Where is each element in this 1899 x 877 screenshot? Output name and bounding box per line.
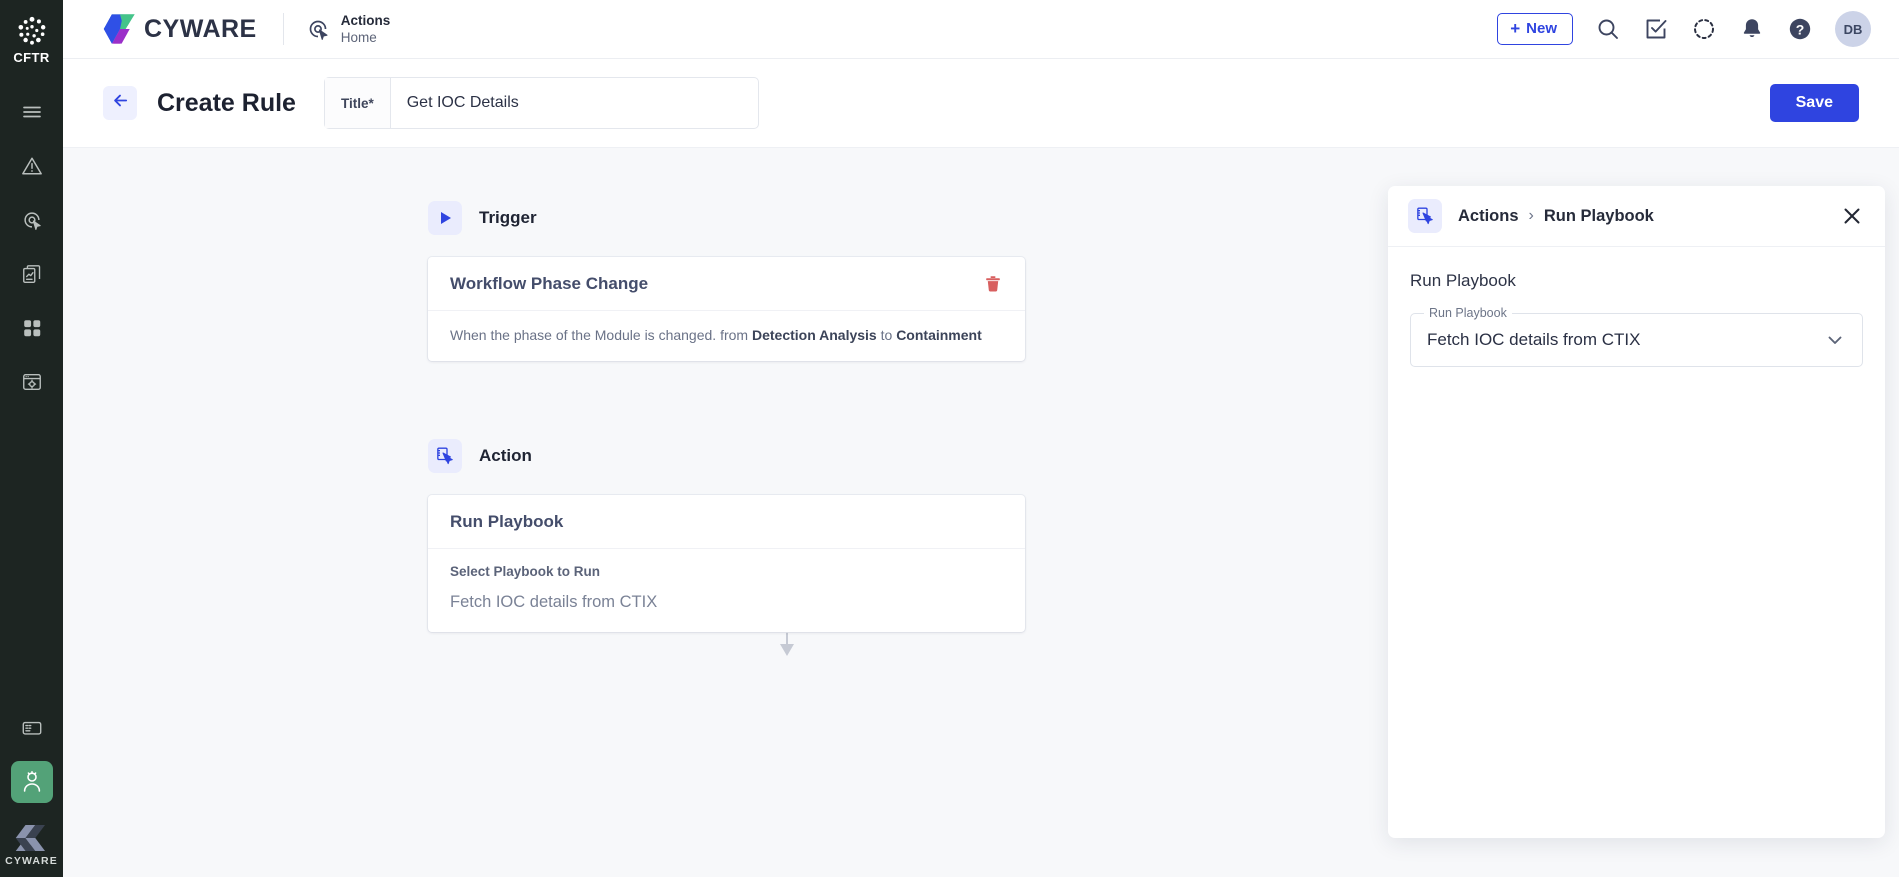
rail-footer-brand-label: CYWARE — [5, 855, 58, 867]
left-rail: CFTR — [0, 0, 63, 877]
trigger-desc-from: Detection Analysis — [752, 327, 877, 343]
playbook-select[interactable]: Run Playbook Fetch IOC details from CTIX — [1410, 313, 1863, 367]
action-card[interactable]: Run Playbook Select Playbook to Run Fetc… — [428, 495, 1025, 632]
page-header: Create Rule Title* Save — [63, 59, 1899, 148]
play-triangle-icon — [428, 201, 462, 235]
brand-wordmark: CYWARE — [144, 15, 257, 44]
new-button-label: New — [1526, 20, 1557, 37]
terminal-window-icon — [21, 717, 43, 739]
sidebar-item-settings[interactable] — [11, 361, 53, 403]
action-card-title: Run Playbook — [450, 512, 563, 532]
topbar-actions: + New — [1497, 11, 1871, 47]
rule-title-input[interactable] — [391, 78, 758, 128]
action-node: Action Run Playbook Select Playbook to R… — [428, 439, 1025, 632]
trigger-node-header: Trigger — [428, 201, 1025, 235]
run-playbook-icon — [428, 439, 462, 473]
panel-breadcrumb-root[interactable]: Actions — [1458, 207, 1519, 226]
cyware-diamond-logo — [103, 14, 137, 44]
cyware-logo-icon — [15, 825, 49, 851]
hamburger-menu-icon — [21, 101, 43, 123]
playbook-select-value: Fetch IOC details from CTIX — [1427, 330, 1641, 350]
chevron-right-icon: › — [1529, 207, 1534, 225]
topbar-divider — [283, 13, 284, 45]
cftr-brand-mark-icon — [15, 14, 49, 48]
app-logo[interactable]: CYWARE — [103, 14, 257, 44]
sidebar-item-menu[interactable] — [11, 91, 53, 133]
panel-breadcrumb-leaf: Run Playbook — [1544, 207, 1654, 226]
trigger-card-header: Workflow Phase Change — [428, 257, 1025, 311]
user-shield-icon — [20, 770, 44, 794]
report-documents-icon — [21, 263, 43, 285]
trigger-desc-prefix: When the phase of the Module is changed.… — [450, 327, 752, 343]
panel-header: Actions › Run Playbook — [1388, 186, 1885, 247]
rule-title-label: Title* — [325, 78, 391, 128]
action-field-label: Select Playbook to Run — [450, 564, 1003, 579]
panel-body: Run Playbook Run Playbook Fetch IOC deta… — [1388, 247, 1885, 367]
sidebar-item-apps[interactable] — [11, 307, 53, 349]
loading-spinner-icon[interactable] — [1691, 16, 1717, 42]
action-node-label: Action — [479, 446, 532, 466]
connector-arrowhead — [780, 644, 794, 656]
playbook-select-legend: Run Playbook — [1424, 306, 1512, 320]
action-node-header: Action — [428, 439, 1025, 473]
action-card-header: Run Playbook — [428, 495, 1025, 549]
cursor-target-icon — [306, 17, 330, 41]
sidebar-item-profile[interactable] — [11, 761, 53, 803]
action-config-panel: Actions › Run Playbook Run Playbook Run … — [1388, 186, 1885, 838]
svg-text:?: ? — [1796, 21, 1805, 37]
panel-section-title: Run Playbook — [1410, 271, 1863, 291]
action-card-field: Select Playbook to Run Fetch IOC details… — [428, 549, 1025, 632]
cursor-target-icon — [21, 209, 43, 231]
arrow-left-icon — [111, 91, 130, 115]
trash-icon[interactable] — [983, 274, 1003, 294]
plus-icon: + — [1510, 20, 1520, 37]
warning-triangle-icon — [21, 155, 43, 177]
sidebar-item-actions[interactable] — [11, 199, 53, 241]
trigger-node: Trigger Workflow Phase Change When the p… — [428, 201, 1025, 361]
trigger-card[interactable]: Workflow Phase Change When the phase of … — [428, 257, 1025, 361]
rail-footer: CYWARE — [5, 819, 58, 877]
breadcrumb[interactable]: Actions Home — [306, 12, 391, 47]
save-button[interactable]: Save — [1770, 84, 1859, 122]
back-button[interactable] — [103, 86, 137, 120]
top-bar: CYWARE Actions Home + New — [63, 0, 1899, 59]
avatar[interactable]: DB — [1835, 11, 1871, 47]
trigger-card-description: When the phase of the Module is changed.… — [428, 311, 1025, 361]
trigger-desc-to: Containment — [896, 327, 982, 343]
sidebar-item-console[interactable] — [11, 707, 53, 749]
new-button[interactable]: + New — [1497, 13, 1573, 45]
page-title: Create Rule — [157, 89, 296, 118]
rail-brand-label: CFTR — [13, 50, 49, 65]
breadcrumb-title: Actions — [341, 12, 391, 29]
sidebar-item-alerts[interactable] — [11, 145, 53, 187]
trigger-node-label: Trigger — [479, 208, 537, 228]
action-field-value: Fetch IOC details from CTIX — [450, 593, 1003, 612]
bell-icon[interactable] — [1739, 16, 1765, 42]
trigger-card-title: Workflow Phase Change — [450, 274, 648, 294]
checklist-icon[interactable] — [1643, 16, 1669, 42]
trigger-desc-mid: to — [877, 327, 896, 343]
grid-squares-icon — [21, 317, 43, 339]
close-icon[interactable] — [1841, 205, 1863, 227]
breadcrumb-subtitle: Home — [341, 29, 391, 46]
run-playbook-icon — [1408, 199, 1442, 233]
help-circle-icon[interactable]: ? — [1787, 16, 1813, 42]
search-icon[interactable] — [1595, 16, 1621, 42]
chevron-down-icon[interactable] — [1824, 329, 1846, 351]
sidebar-item-reports[interactable] — [11, 253, 53, 295]
window-gear-icon — [21, 371, 43, 393]
rule-title-field[interactable]: Title* — [324, 77, 759, 129]
